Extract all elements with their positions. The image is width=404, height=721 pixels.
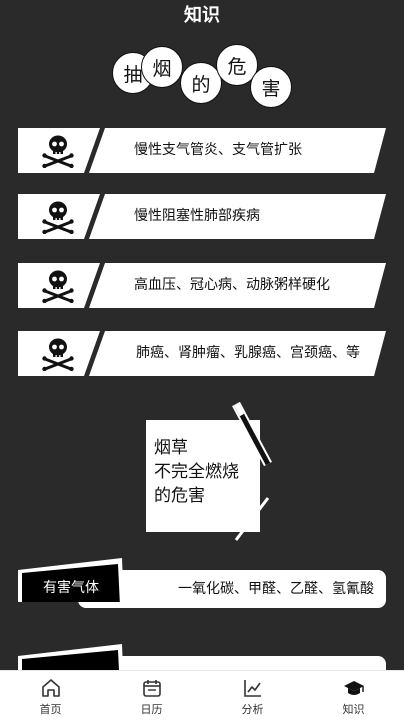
cigarette-icon: [234, 497, 270, 541]
skull-crossbones-icon: [42, 270, 74, 303]
home-icon: [41, 679, 60, 697]
calendar-icon: [142, 680, 161, 697]
tab-home[interactable]: 首页: [0, 671, 101, 721]
page-title: 知识: [184, 5, 220, 26]
harm-item[interactable]: 慢性支气管炎、支气管扩张: [18, 128, 386, 173]
title-bubble: 烟: [141, 46, 183, 88]
tab-calendar[interactable]: 日历: [101, 671, 202, 721]
graduation-cap-icon: [343, 681, 364, 695]
chart-icon: [243, 680, 261, 697]
gas-item-value: 一氧化碳、甲醛、乙醛、氢氰酸: [178, 581, 374, 597]
tab-label: 日历: [140, 703, 163, 716]
harm-item-text: 慢性支气管炎、支气管扩张: [134, 142, 302, 158]
skull-crossbones-icon: [42, 135, 74, 168]
tobacco-line: 的危害: [154, 486, 205, 506]
harm-item[interactable]: 高血压、冠心病、动脉粥样硬化: [18, 263, 386, 308]
bottom-tab-bar: 首页 日历 分析 知识: [0, 670, 404, 721]
harm-item[interactable]: 慢性阻塞性肺部疾病: [18, 194, 386, 239]
tab-label: 首页: [39, 703, 62, 716]
harm-item-text: 肺癌、肾肿瘤、乳腺癌、宫颈癌、等: [136, 345, 360, 361]
title-bubble: 害: [250, 66, 292, 108]
tab-analysis[interactable]: 分析: [202, 671, 303, 721]
skull-crossbones-icon: [42, 338, 74, 371]
skull-crossbones-icon: [42, 201, 74, 234]
harm-item[interactable]: 肺癌、肾肿瘤、乳腺癌、宫颈癌、等: [18, 331, 386, 376]
tab-label: 分析: [241, 703, 264, 716]
gas-item-label: 有害气体: [43, 580, 99, 596]
cigarette-icon: [232, 401, 272, 467]
gas-item[interactable]: 有害气体 一氧化碳、甲醛、乙醛、氢氰酸: [18, 558, 386, 610]
tab-knowledge[interactable]: 知识: [303, 671, 404, 721]
harm-item-text: 高血压、冠心病、动脉粥样硬化: [134, 277, 330, 293]
harm-item-text: 慢性阻塞性肺部疾病: [134, 208, 260, 224]
tab-label: 知识: [342, 703, 365, 716]
